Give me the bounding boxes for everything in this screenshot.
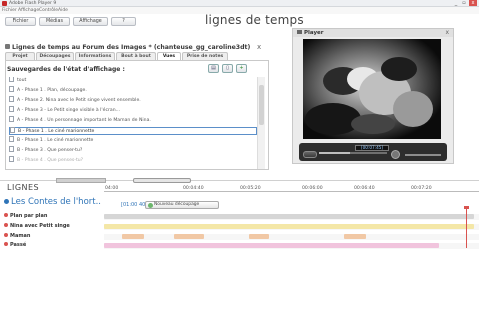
player-pane: Player x [00:07:45]: [292, 28, 454, 164]
list-item[interactable]: tout: [9, 77, 257, 85]
document-close-button[interactable]: x: [257, 43, 261, 51]
track-band-passe[interactable]: [104, 243, 479, 249]
help-button[interactable]: ?: [111, 17, 136, 26]
track-dot-icon: [4, 242, 8, 246]
tab-vues[interactable]: Vues: [157, 52, 181, 60]
restore-button[interactable]: ▫: [461, 0, 467, 6]
app-title: lignes de temps: [205, 13, 304, 27]
track-segment[interactable]: [104, 214, 474, 219]
menu-item-fichier[interactable]: Fichier: [2, 7, 17, 14]
tab-projet[interactable]: Projet: [5, 52, 35, 60]
seek-bar-fill: [319, 152, 350, 154]
list-view-icon[interactable]: ▤: [208, 64, 219, 73]
player-close-button[interactable]: x: [445, 29, 449, 37]
panel-heading: Sauvegardes de l'état d'affichage :: [7, 66, 125, 73]
player-controls: [00:07:45]: [299, 143, 447, 161]
page-icon: [9, 156, 14, 162]
film-still: [303, 39, 441, 139]
ruler-tick-label: 00:04:40: [183, 186, 204, 191]
menu-item-aide[interactable]: Aide: [58, 7, 68, 14]
menu-item-controle[interactable]: Contrôle: [39, 7, 58, 14]
tab-decoupages[interactable]: Découpages: [36, 52, 74, 60]
page-icon: [9, 96, 14, 102]
track-segment[interactable]: [104, 224, 474, 229]
ruler-tick-label: 00:07:20: [411, 186, 432, 191]
window-controls: _ ▫ x: [453, 0, 477, 6]
seek-bar[interactable]: [319, 152, 387, 154]
track-segment[interactable]: [344, 234, 366, 239]
track-dot-icon: [4, 213, 8, 217]
ruler-tick-label: 04:00: [105, 186, 119, 191]
play-button[interactable]: [303, 151, 317, 158]
track-label-passe[interactable]: Passé: [4, 242, 26, 248]
project-time: [01:00 40]: [121, 202, 148, 208]
minimize-button[interactable]: _: [453, 0, 459, 6]
close-window-button[interactable]: x: [469, 0, 477, 6]
page-icon: [9, 116, 14, 122]
views-list: tout A - Phase 1 . Plan, découpage. A - …: [9, 77, 267, 169]
player-label: Player: [297, 29, 324, 37]
volume-slider[interactable]: [405, 154, 441, 156]
video-frame[interactable]: [303, 39, 441, 139]
tab-prise-de-notes[interactable]: Prise de notes: [182, 52, 228, 60]
list-item[interactable]: A - Phase 2. Nina avec le Petit singe vi…: [9, 96, 257, 105]
affichage-button[interactable]: Affichage: [73, 17, 108, 26]
project-title[interactable]: Les Contes de l'hort..: [4, 197, 101, 207]
medias-button[interactable]: Médias: [39, 17, 70, 26]
fichier-button[interactable]: Fichier: [5, 17, 36, 26]
track-segment[interactable]: [122, 234, 144, 239]
track-segment[interactable]: [174, 234, 204, 239]
list-item[interactable]: B - Phase 1 . Le ciné marionnette: [9, 136, 257, 145]
collapse-dot-icon: [4, 199, 9, 204]
tab-bout-a-bout[interactable]: Bout à bout: [116, 52, 156, 60]
document-title-text: Lignes de temps au Forum des Images * (c…: [12, 44, 251, 51]
list-item[interactable]: A - Phase 4 . Un personnage important le…: [9, 116, 257, 125]
track-dot-icon: [4, 233, 8, 237]
track-dot-icon: [4, 223, 8, 227]
page-icon: [10, 127, 15, 133]
ruler-tick-label: 00:05:20: [240, 186, 261, 191]
list-item[interactable]: B - Phase 4 . Que penses-tu?: [9, 156, 257, 165]
track-band-maman[interactable]: [104, 234, 479, 240]
page-icon: [9, 106, 14, 112]
duplicate-icon[interactable]: ▯: [222, 64, 233, 73]
document-icon: [5, 44, 10, 49]
ruler-tick-label: 00:06:40: [354, 186, 375, 191]
track-label-nina[interactable]: Nina avec Petit singe: [4, 223, 70, 229]
list-item-selected[interactable]: B - Phase 1 . Le ciné marionnette: [9, 127, 257, 135]
list-scrollbar[interactable]: [257, 77, 265, 169]
plus-icon: [148, 203, 153, 208]
stop-button[interactable]: [391, 150, 400, 159]
track-segment[interactable]: [249, 234, 269, 239]
list-item[interactable]: A - Phase 1 . Plan, découpage.: [9, 86, 257, 95]
track-label-maman[interactable]: Maman: [4, 233, 31, 239]
player-timecode: [00:07:45]: [355, 145, 389, 151]
timeline-toggle-button[interactable]: [56, 178, 106, 183]
menu-item-affichage[interactable]: Affichage: [18, 7, 39, 14]
list-scroll-thumb[interactable]: [259, 85, 264, 125]
window-title: Adobe Flash Player 9: [9, 1, 57, 6]
add-view-icon[interactable]: +: [236, 64, 247, 73]
page-icon: [9, 146, 14, 152]
tab-informations[interactable]: Informations: [75, 52, 115, 60]
document-title: Lignes de temps au Forum des Images * (c…: [5, 44, 250, 51]
player-icon: [297, 30, 302, 34]
new-cut-button[interactable]: Nouveau découpage: [145, 201, 219, 209]
lines-label: LIGNES: [7, 183, 40, 192]
track-band-nina[interactable]: [104, 224, 479, 230]
flash-app-icon: [2, 1, 7, 6]
list-item[interactable]: B - Phase 3 . Que penser-tu?: [9, 146, 257, 155]
track-label-plan[interactable]: Plan par plan: [4, 213, 47, 219]
track-band-plan[interactable]: [104, 214, 479, 220]
track-segment[interactable]: [104, 243, 439, 248]
page-icon: [9, 86, 14, 92]
list-item[interactable]: A - Phase 3 - Le Petit singe visible à l…: [9, 106, 257, 115]
page-icon: [9, 136, 14, 142]
ruler-tick-label: 00:06:00: [302, 186, 323, 191]
window-titlebar: Adobe Flash Player 9 _ ▫ x: [0, 0, 479, 7]
playhead[interactable]: [466, 208, 467, 248]
page-icon: [9, 77, 14, 82]
